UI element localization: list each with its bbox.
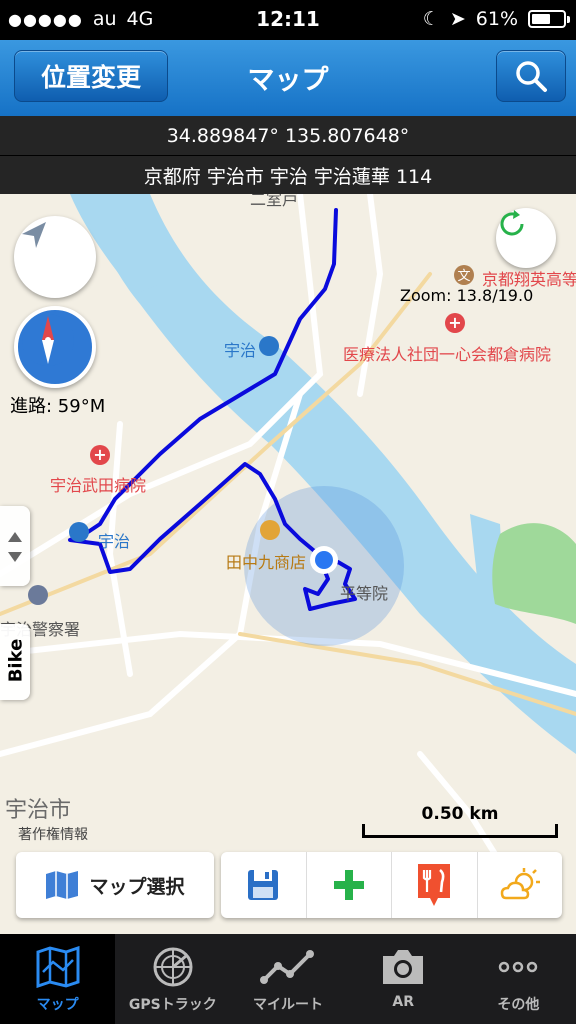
- refresh-button[interactable]: [496, 208, 556, 268]
- folded-map-icon: [46, 871, 79, 899]
- map-toolbar: マップ選択: [16, 852, 562, 918]
- train-station-icon: [259, 336, 279, 356]
- refresh-icon: [500, 210, 524, 236]
- svg-text:文: 文: [457, 269, 470, 284]
- up-down-arrows-icon: [8, 532, 22, 562]
- compass-button[interactable]: [14, 306, 96, 388]
- battery-icon: [528, 10, 570, 28]
- shop-icon: [260, 520, 280, 540]
- svg-text:+: +: [448, 313, 461, 332]
- map-layer-toggle[interactable]: [0, 506, 30, 586]
- tool-button-group: [221, 852, 562, 918]
- save-button[interactable]: [221, 852, 307, 918]
- copyright-link[interactable]: 著作権情報: [18, 824, 88, 844]
- tab-ar[interactable]: AR: [346, 934, 461, 1024]
- scale-line: [362, 824, 558, 838]
- locate-button[interactable]: [14, 216, 96, 298]
- tab-label: マイルート: [253, 997, 323, 1013]
- tab-gps-track[interactable]: GPSトラック: [115, 934, 230, 1024]
- route-icon: [260, 950, 314, 984]
- radar-icon: [153, 947, 193, 987]
- map-label: 平等院: [340, 584, 389, 603]
- location-arrow-icon: ➤: [449, 8, 466, 30]
- tab-label: GPSトラック: [128, 997, 217, 1013]
- battery-percent: 61%: [475, 8, 518, 30]
- map-label: 宇治: [98, 532, 131, 551]
- more-icon: [499, 961, 538, 973]
- tab-bar: マップ GPSトラック マイルート AR その他: [0, 934, 576, 1024]
- restaurant-icon: [418, 864, 451, 906]
- map-select-button[interactable]: マップ選択: [16, 852, 214, 918]
- tab-label: マップ: [36, 997, 79, 1013]
- tab-my-route[interactable]: マイルート: [230, 934, 345, 1024]
- map-label: 二室戸: [250, 194, 299, 209]
- tab-more[interactable]: その他: [461, 934, 576, 1024]
- tab-label: その他: [497, 997, 540, 1013]
- navigation-bar: 位置変更 マップ: [0, 40, 576, 116]
- weather-icon: [500, 868, 540, 900]
- divider: [0, 155, 576, 156]
- svg-text:+: +: [93, 445, 106, 464]
- moon-icon: ☾: [422, 8, 440, 30]
- search-button[interactable]: [496, 50, 566, 102]
- bike-mode-label: Bike: [5, 638, 27, 683]
- police-icon: [28, 585, 48, 605]
- navigation-arrow-icon: [22, 222, 46, 248]
- scale-bar: 0.50 km: [362, 802, 558, 838]
- map-label: 医療法人社団一心会都倉病院: [343, 345, 552, 364]
- address-text: 京都府 宇治市 宇治 宇治蓮華 114: [143, 166, 433, 188]
- change-location-button[interactable]: 位置変更: [14, 50, 168, 102]
- zoom-level: Zoom: 13.8/19.0: [400, 286, 534, 305]
- tab-label: AR: [392, 994, 415, 1010]
- city-label: 宇治市: [5, 798, 72, 823]
- weather-button[interactable]: [478, 852, 563, 918]
- location-info-bar: 34.889847° 135.807648° 京都府 宇治市 宇治 宇治蓮華 1…: [0, 116, 576, 194]
- restaurant-button[interactable]: [392, 852, 478, 918]
- search-icon: [516, 61, 547, 92]
- scale-text: 0.50 km: [421, 804, 499, 824]
- coordinates-text: 34.889847° 135.807648°: [166, 125, 410, 147]
- status-bar: ●●●●● au 4G 12:11 ☾ ➤ 61%: [0, 0, 576, 40]
- add-button[interactable]: [307, 852, 392, 918]
- map-label: 田中九商店: [226, 553, 307, 572]
- map-view[interactable]: 文 + + 二室戸 京都翔英高等 医療法人社団一心会都倉病院 宇治 宇治 宇治武…: [0, 194, 576, 934]
- bike-mode-tab[interactable]: Bike: [0, 624, 30, 700]
- tab-map[interactable]: マップ: [0, 934, 116, 1024]
- map-icon: [36, 946, 80, 988]
- map-select-label: マップ選択: [89, 875, 185, 898]
- camera-icon: [383, 950, 424, 984]
- map-label: 宇治: [224, 341, 257, 360]
- course-heading: 進路: 59°M: [10, 396, 106, 417]
- compass-icon: [22, 314, 74, 366]
- save-icon: [248, 870, 279, 900]
- map-label: 宇治武田病院: [50, 476, 147, 495]
- add-icon: [333, 870, 364, 900]
- train-station-icon: [69, 522, 89, 542]
